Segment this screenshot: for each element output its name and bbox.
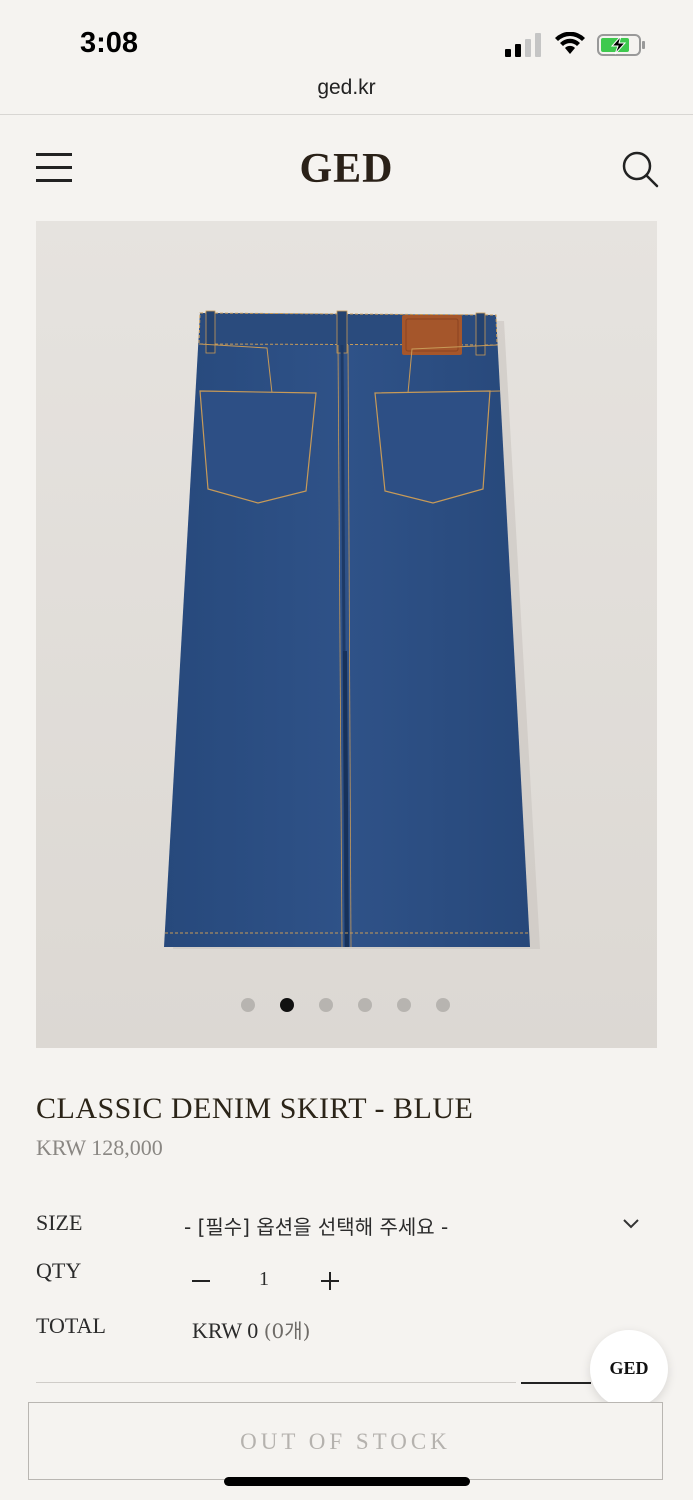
total-price: KRW 0 (0개) <box>192 1315 310 1344</box>
product-title: CLASSIC DENIM SKIRT - BLUE <box>36 1092 474 1125</box>
wifi-icon <box>555 32 585 54</box>
total-amount: KRW 0 <box>192 1318 259 1343</box>
out-of-stock-button[interactable]: OUT OF STOCK <box>28 1402 663 1480</box>
qty-increase-button[interactable] <box>318 1266 342 1294</box>
search-icon[interactable] <box>621 150 659 188</box>
cellular-signal-icon <box>505 33 541 57</box>
size-select-value[interactable]: - [필수] 옵션을 선택해 주세요 - <box>184 1211 448 1240</box>
size-select[interactable]: - [필수] 옵션을 선택해 주세요 - <box>180 1205 650 1245</box>
ged-chat-button[interactable]: GED <box>590 1330 668 1408</box>
product-price: KRW 128,000 <box>36 1135 163 1160</box>
qty-value[interactable]: 1 <box>259 1268 269 1291</box>
carousel-dot[interactable] <box>319 998 333 1012</box>
carousel-dot[interactable] <box>397 998 411 1012</box>
qty-label: QTY <box>36 1258 82 1283</box>
carousel-dot[interactable] <box>436 998 450 1012</box>
divider <box>36 1382 516 1383</box>
address-bar[interactable]: ged.kr <box>0 70 693 115</box>
denim-skirt-image <box>164 310 540 949</box>
site-header: GED <box>0 115 693 220</box>
product-image-carousel[interactable] <box>36 221 657 1048</box>
carousel-dot[interactable] <box>241 998 255 1012</box>
size-label: SIZE <box>36 1210 83 1235</box>
url-text[interactable]: ged.kr <box>0 76 693 100</box>
ged-chat-label[interactable]: GED <box>590 1358 668 1379</box>
carousel-dot[interactable] <box>358 998 372 1012</box>
carousel-pagination <box>36 998 657 1014</box>
divider-accent <box>521 1382 591 1384</box>
total-count: (0개) <box>263 1319 311 1343</box>
home-indicator[interactable] <box>224 1477 470 1486</box>
status-bar: 3:08 <box>0 0 693 70</box>
brand-logo[interactable]: GED <box>0 145 693 193</box>
qty-decrease-button[interactable] <box>190 1266 214 1294</box>
battery-charging-icon <box>597 34 645 56</box>
carousel-dot[interactable] <box>280 998 294 1012</box>
out-of-stock-label[interactable]: OUT OF STOCK <box>29 1429 662 1455</box>
total-label: TOTAL <box>36 1313 106 1338</box>
chevron-down-icon[interactable] <box>622 1217 640 1231</box>
status-time: 3:08 <box>80 27 139 59</box>
